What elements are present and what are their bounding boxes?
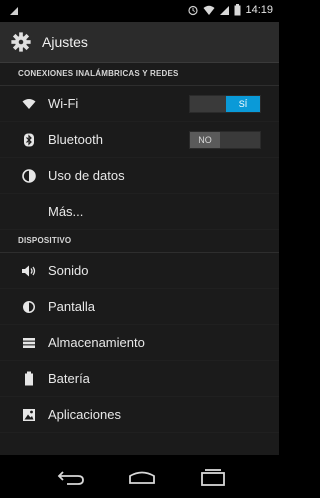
settings-item-wifi[interactable]: Wi-Fi SÍ [0,86,279,122]
settings-item-apps[interactable]: Aplicaciones [0,397,279,433]
wifi-toggle-state: SÍ [226,95,260,112]
settings-list: CONEXIONES INALÁMBRICAS Y REDES Wi-Fi SÍ… [0,63,279,455]
settings-item-label: Aplicaciones [48,407,121,422]
section-header-wireless: CONEXIONES INALÁMBRICAS Y REDES [0,63,279,86]
settings-item-display[interactable]: Pantalla [0,289,279,325]
battery-icon [18,368,40,390]
bluetooth-icon [18,129,40,151]
navigation-bar [0,455,279,498]
settings-item-more[interactable]: Más... [0,194,279,230]
app-bar: Ajustes [0,22,279,63]
settings-item-data-usage[interactable]: Uso de datos [0,158,279,194]
settings-item-bluetooth[interactable]: Bluetooth NO [0,122,279,158]
settings-item-label: Batería [48,371,90,386]
notification-icon [10,7,18,15]
data-usage-icon [18,165,40,187]
battery-icon [234,4,241,16]
settings-item-battery[interactable]: Batería [0,361,279,397]
settings-item-label: Bluetooth [48,132,103,147]
settings-item-label: Uso de datos [48,168,125,183]
home-icon[interactable] [125,468,159,486]
settings-item-label: Más... [48,204,84,219]
settings-item-sound[interactable]: Sonido [0,253,279,289]
settings-item-label: Pantalla [48,299,95,314]
status-bar: 14:19 [0,0,279,22]
signal-icon [220,6,230,15]
recents-icon[interactable] [196,468,230,486]
wifi-icon [18,93,40,115]
settings-item-storage[interactable]: Almacenamiento [0,325,279,361]
back-icon[interactable] [54,468,88,486]
status-icons: 14:19 [187,4,273,16]
settings-item-label: Almacenamiento [48,335,145,350]
alarm-icon [188,5,199,16]
section-header-device: DISPOSITIVO [0,230,279,253]
page-title: Ajustes [42,34,88,50]
wifi-toggle[interactable]: SÍ [189,94,261,113]
wifi-icon [203,5,215,15]
display-icon [18,296,40,318]
status-time: 14:19 [245,4,273,16]
sound-icon [18,260,40,282]
bluetooth-toggle[interactable]: NO [189,130,261,149]
storage-icon [18,332,40,354]
apps-icon [18,404,40,426]
settings-item-label: Wi-Fi [48,96,79,111]
settings-gear-icon[interactable] [10,31,32,53]
settings-item-label: Sonido [48,263,89,278]
bluetooth-toggle-state: NO [190,131,220,148]
